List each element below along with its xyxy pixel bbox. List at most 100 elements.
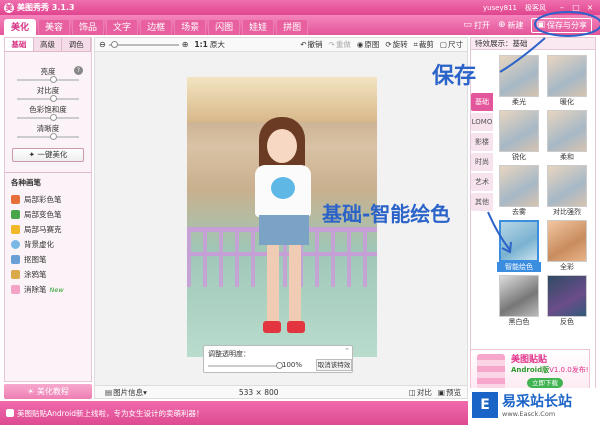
one-key-beautify-button[interactable]: ✦ 一键美化 xyxy=(12,148,84,162)
opacity-slider[interactable] xyxy=(208,362,283,369)
brush-local-recolor[interactable]: 局部变色笔 xyxy=(5,207,91,222)
cancel-effect-button[interactable]: 取消该特效 xyxy=(316,359,352,371)
shirt-print xyxy=(271,177,295,199)
tab-collage[interactable]: 拼图 xyxy=(276,19,309,35)
preview-icon: ▣ xyxy=(437,387,445,397)
opacity-panel: 调整透明度： ⌃ 100% 取消该特效 xyxy=(203,345,353,373)
folder-icon: ▭ xyxy=(463,20,472,30)
brush-doodle[interactable]: 涂鸦笔 xyxy=(5,267,91,282)
slider-knob[interactable] xyxy=(50,114,57,121)
watermark-title: 易采站长站 xyxy=(502,394,572,410)
subtab-basic[interactable]: 基础 xyxy=(5,38,34,51)
tab-doll[interactable]: 娃娃 xyxy=(242,19,275,35)
thumb-image xyxy=(499,110,539,152)
saturation-track[interactable] xyxy=(17,114,79,121)
original-image-button[interactable]: ◉ 原图 xyxy=(357,39,380,50)
zoom-out-icon[interactable]: ⊖ xyxy=(99,40,106,49)
sharpness-track[interactable] xyxy=(17,133,79,140)
speaker-icon xyxy=(6,409,14,417)
brightness-track[interactable] xyxy=(17,76,79,83)
tab-frame[interactable]: 边框 xyxy=(140,19,173,35)
thumb-image xyxy=(499,220,539,262)
category-lomo[interactable]: LOMO xyxy=(471,113,493,131)
open-button[interactable]: ▭ 打开 xyxy=(463,20,490,31)
slider-knob[interactable] xyxy=(50,95,57,102)
pencil-icon xyxy=(11,270,20,279)
image-info-button[interactable]: ▤ 图片信息 ▾ xyxy=(105,387,147,398)
slider-knob[interactable] xyxy=(50,76,57,83)
brush-mosaic[interactable]: 局部马赛克 xyxy=(5,222,91,237)
resize-button[interactable]: ▢ 尺寸 xyxy=(440,39,463,50)
zoom-knob[interactable] xyxy=(110,40,118,48)
thumb-label: 智能绘色 xyxy=(497,262,541,272)
minimize-button[interactable]: – xyxy=(556,3,568,13)
category-basic[interactable]: 基础 xyxy=(471,93,493,111)
effect-thumb-warm[interactable]: 暖化 xyxy=(545,55,589,108)
tab-text[interactable]: 文字 xyxy=(106,19,139,35)
brush-eraser[interactable]: 消除笔 New xyxy=(5,282,91,297)
category-fashion[interactable]: 时尚 xyxy=(471,153,493,171)
redo-button[interactable]: ↷ 重做 xyxy=(329,39,351,50)
window-title: 美图秀秀 3.1.3 xyxy=(17,3,75,12)
theme-link[interactable]: 极客风 xyxy=(525,3,546,13)
tab-flash[interactable]: 闪图 xyxy=(208,19,241,35)
effect-thumb-sharpen[interactable]: 锐化 xyxy=(497,110,541,163)
tutorial-button[interactable]: ☀ 美化教程 xyxy=(4,384,92,399)
image-dimensions: 533 × 800 xyxy=(238,387,279,397)
compare-button[interactable]: ◫ 对比 xyxy=(409,387,432,398)
effect-thumb-black-white[interactable]: 黑白色 xyxy=(497,275,541,328)
effect-thumb-high-contrast[interactable]: 对比强烈 xyxy=(545,165,589,218)
effect-thumb-invert[interactable]: 反色 xyxy=(545,275,589,328)
brush-local-color[interactable]: 局部彩色笔 xyxy=(5,192,91,207)
undo-icon: ↶ xyxy=(300,40,307,49)
zoom-ratio[interactable]: 1:1 xyxy=(194,40,207,49)
tab-beautify[interactable]: 美化 xyxy=(4,19,37,35)
close-icon[interactable]: ⌃ xyxy=(344,347,350,355)
ad-download-button[interactable]: 立即下载 xyxy=(527,378,563,388)
rotate-button[interactable]: ⟳ 旋转 xyxy=(385,39,407,50)
crop-button[interactable]: ⌗ 裁剪 xyxy=(414,39,434,50)
subtab-color[interactable]: 调色 xyxy=(62,38,92,51)
effect-thumb-soft-light[interactable]: 柔光 xyxy=(497,55,541,108)
brush-cutout[interactable]: 抠图笔 xyxy=(5,252,91,267)
zoom-slider[interactable] xyxy=(108,40,179,48)
save-share-button[interactable]: ▣ 保存与分享 xyxy=(531,17,592,33)
zoom-in-icon[interactable]: ⊕ xyxy=(182,40,189,49)
category-studio[interactable]: 影楼 xyxy=(471,133,493,151)
red-shoe xyxy=(263,321,281,333)
new-button[interactable]: ⊕ 新建 xyxy=(498,20,524,31)
circle-icon: ◉ xyxy=(356,40,364,49)
carousel-canopy xyxy=(187,77,377,122)
resize-icon: ▢ xyxy=(439,40,447,49)
tab-accessories[interactable]: 饰品 xyxy=(72,19,105,35)
tab-scene[interactable]: 场景 xyxy=(174,19,207,35)
effect-thumb-dehaze[interactable]: 去雾 xyxy=(497,165,541,218)
contrast-track[interactable] xyxy=(17,95,79,102)
annotation-save: 保存 xyxy=(432,64,477,89)
slider-knob[interactable] xyxy=(50,133,57,140)
original-label: 原图 xyxy=(364,40,380,49)
sharpness-label: 清晰度 xyxy=(36,124,60,133)
resize-label: 尺寸 xyxy=(448,40,463,49)
maximize-button[interactable]: □ xyxy=(570,3,582,13)
tab-face[interactable]: 美容 xyxy=(38,19,71,35)
preview-button[interactable]: ▣ 预览 xyxy=(438,387,461,398)
save-icon: ▣ xyxy=(536,20,545,30)
original-size-button[interactable]: 原大 xyxy=(210,39,225,50)
category-art[interactable]: 艺术 xyxy=(471,173,493,191)
color-brush-icon xyxy=(11,195,20,204)
subtab-advanced[interactable]: 高级 xyxy=(33,38,63,51)
thumb-image xyxy=(547,220,587,262)
user-name[interactable]: yusey811 xyxy=(483,4,517,12)
effect-thumb-full-color[interactable]: 全彩 xyxy=(545,220,589,273)
status-message[interactable]: 美图贴贴Android新上线啦，专为女生设计的卖萌利器！ xyxy=(6,408,204,419)
rotate-icon: ⟳ xyxy=(385,40,392,49)
undo-button[interactable]: ↶ 撤销 xyxy=(300,39,322,50)
close-button[interactable]: × xyxy=(584,3,596,13)
plus-icon: ⊕ xyxy=(497,20,506,30)
effect-thumb-soft[interactable]: 柔和 xyxy=(545,110,589,163)
brush-blur[interactable]: 背景虚化 xyxy=(5,237,91,252)
category-other[interactable]: 其他 xyxy=(471,193,493,211)
help-icon[interactable]: ? xyxy=(74,66,83,75)
effect-thumb-smart-color[interactable]: 智能绘色 xyxy=(497,220,541,273)
